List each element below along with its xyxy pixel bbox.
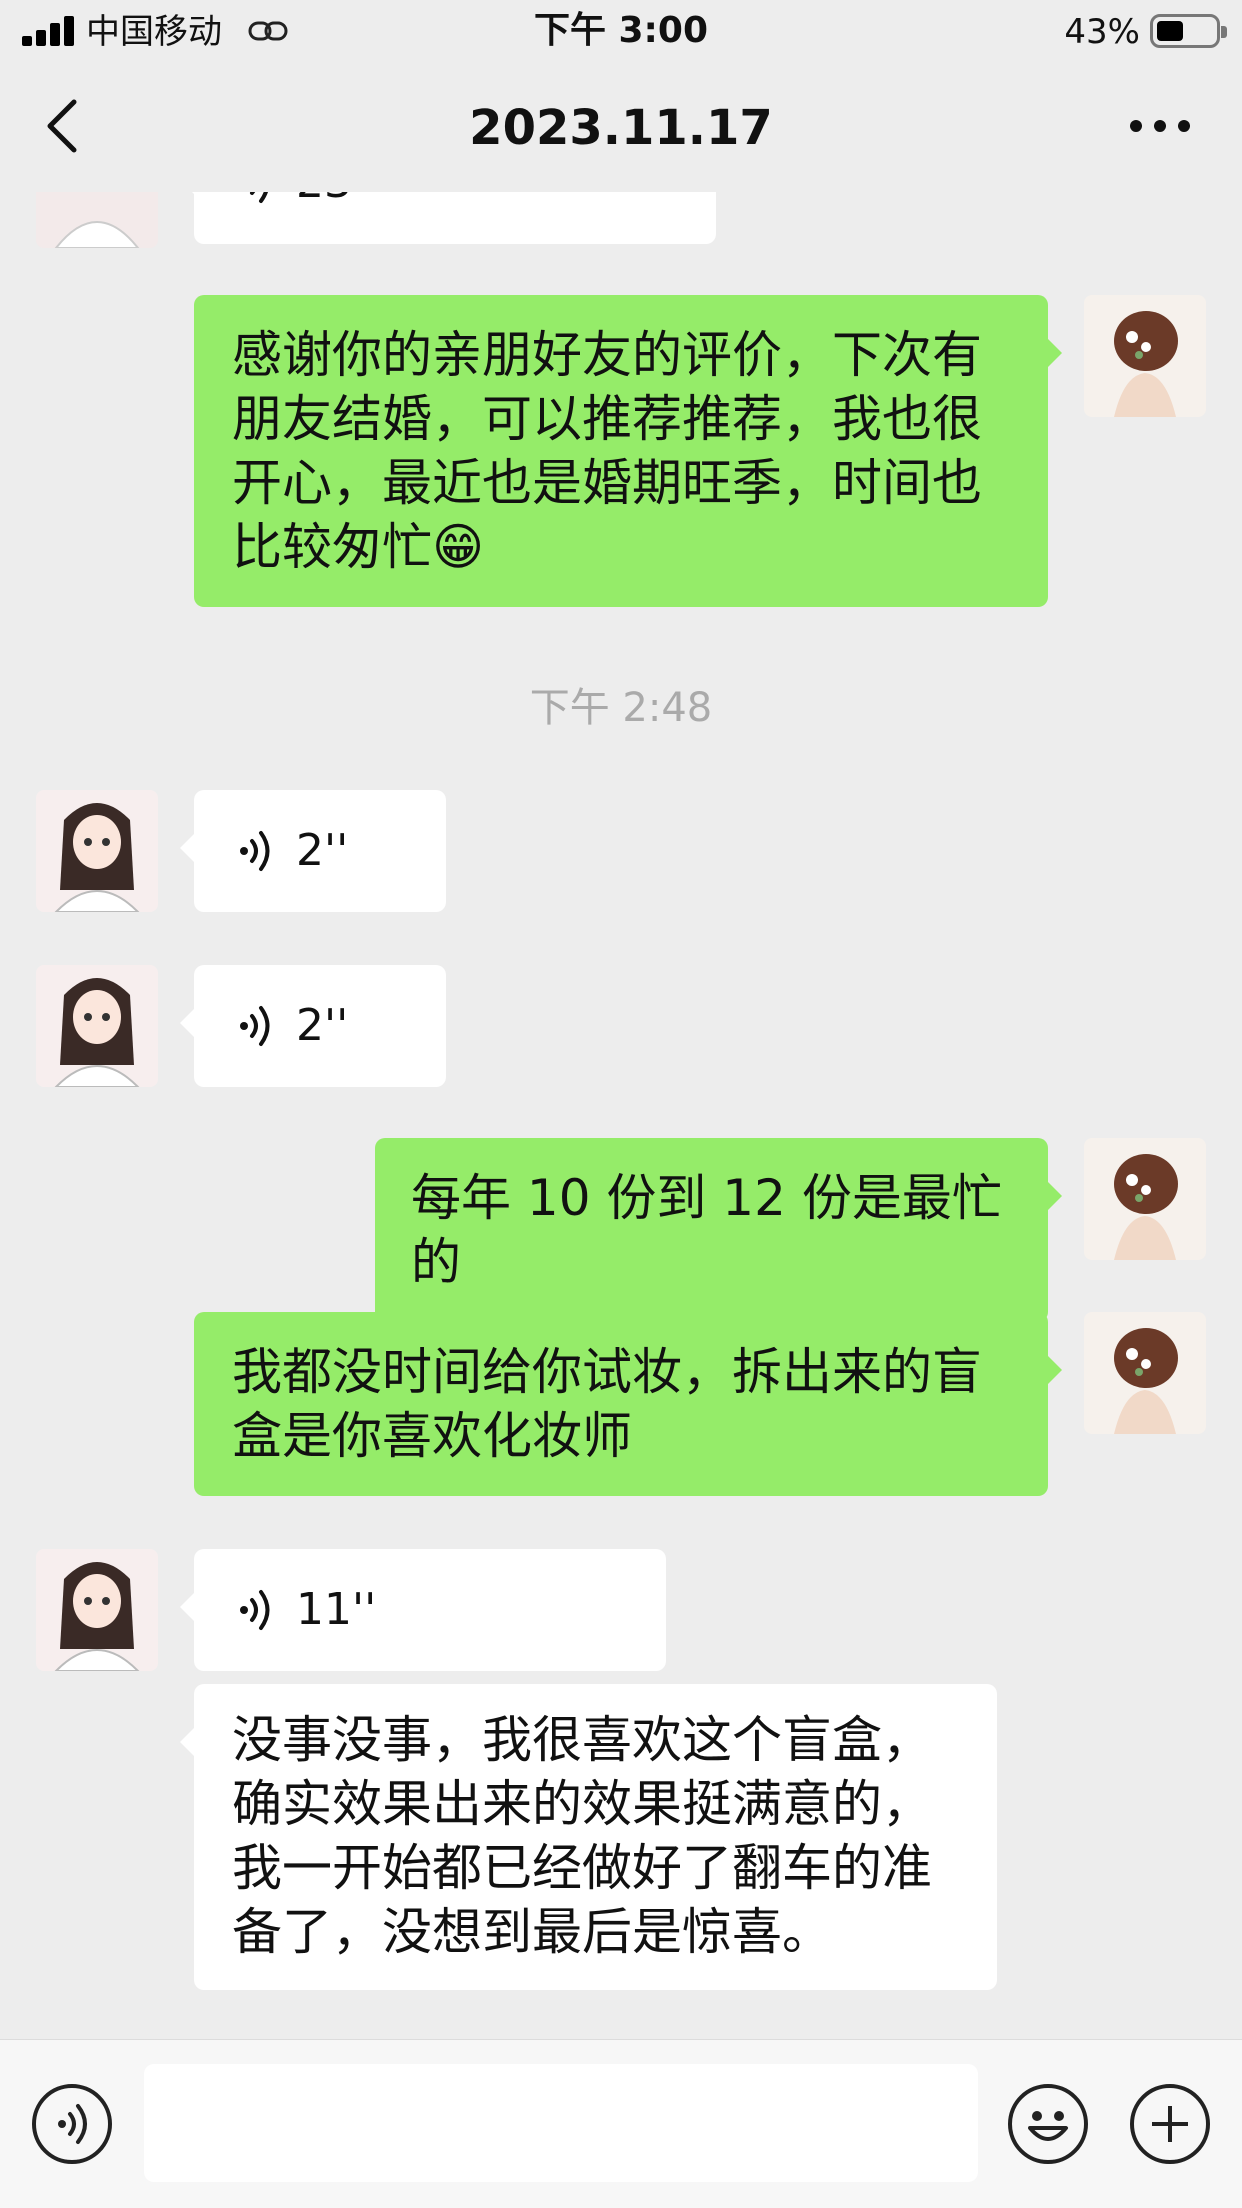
voice-mode-icon[interactable] (32, 2084, 112, 2164)
voice-duration: 2'' (296, 825, 349, 876)
message-text: 感谢你的亲朋好友的评价，下次有 朋友结婚，可以推荐推荐，我也很 开心，最近也是婚… (232, 326, 982, 576)
voice-wave-icon (240, 831, 270, 871)
outgoing-message[interactable]: 每年 10 份到 12 份是最忙的 (375, 1138, 1062, 1322)
contact-avatar[interactable] (36, 192, 158, 248)
status-time: 下午 3:00 (533, 10, 709, 51)
voice-duration: 23'' (296, 192, 376, 215)
battery-percent: 43% (1064, 12, 1140, 52)
timestamp: 下午 2:48 (529, 685, 713, 731)
contact-avatar[interactable] (36, 790, 158, 912)
my-avatar[interactable] (1084, 1138, 1206, 1260)
nav-bar: 2023.11.17 (0, 64, 1242, 192)
chat-title: 2023.11.17 (469, 100, 773, 156)
message-list[interactable]: 23'' 感谢你的亲朋好友的评价，下次有 朋友结婚，可以推荐推荐，我也很 开心，… (0, 192, 1242, 2039)
voice-message[interactable]: 23'' (180, 192, 716, 244)
outgoing-message[interactable]: 感谢你的亲朋好友的评价，下次有 朋友结婚，可以推荐推荐，我也很 开心，最近也是婚… (194, 295, 1062, 607)
message-input[interactable] (144, 2064, 978, 2182)
voice-message[interactable]: 2'' (180, 790, 446, 912)
emoji-icon[interactable] (1008, 2084, 1088, 2164)
my-avatar[interactable] (1084, 1312, 1206, 1434)
grin-emoji-icon: 😁 (432, 518, 485, 576)
plus-icon[interactable] (1130, 2084, 1210, 2164)
voice-duration: 2'' (296, 1000, 349, 1051)
message-text: 没事没事，我很喜欢这个盲盒， 确实效果出来的效果挺满意的， 我一开始都已经做好了… (232, 1711, 932, 1961)
voice-wave-icon (240, 1006, 270, 1046)
my-avatar[interactable] (1084, 295, 1206, 417)
battery-icon (1150, 14, 1227, 48)
voice-duration: 11'' (296, 1584, 377, 1635)
voice-message[interactable]: 11'' (180, 1549, 666, 1671)
message-text: 我都没时间给你试妆，拆出来的盲 盒是你喜欢化妆师 (232, 1343, 982, 1465)
voice-wave-icon (250, 192, 268, 203)
status-bar: 中国移动 下午 3:00 43% (0, 0, 1242, 64)
contact-avatar[interactable] (36, 965, 158, 1087)
outgoing-message[interactable]: 我都没时间给你试妆，拆出来的盲 盒是你喜欢化妆师 (194, 1312, 1062, 1496)
voice-message[interactable]: 2'' (180, 965, 446, 1087)
voice-wave-icon (240, 1590, 270, 1630)
ellipsis-icon[interactable] (1130, 110, 1190, 140)
input-bar (0, 2039, 1242, 2208)
message-text: 每年 10 份到 12 份是最忙的 (411, 1169, 1002, 1291)
incoming-message[interactable]: 没事没事，我很喜欢这个盲盒， 确实效果出来的效果挺满意的， 我一开始都已经做好了… (180, 1684, 997, 1990)
contact-avatar[interactable] (36, 1549, 158, 1671)
